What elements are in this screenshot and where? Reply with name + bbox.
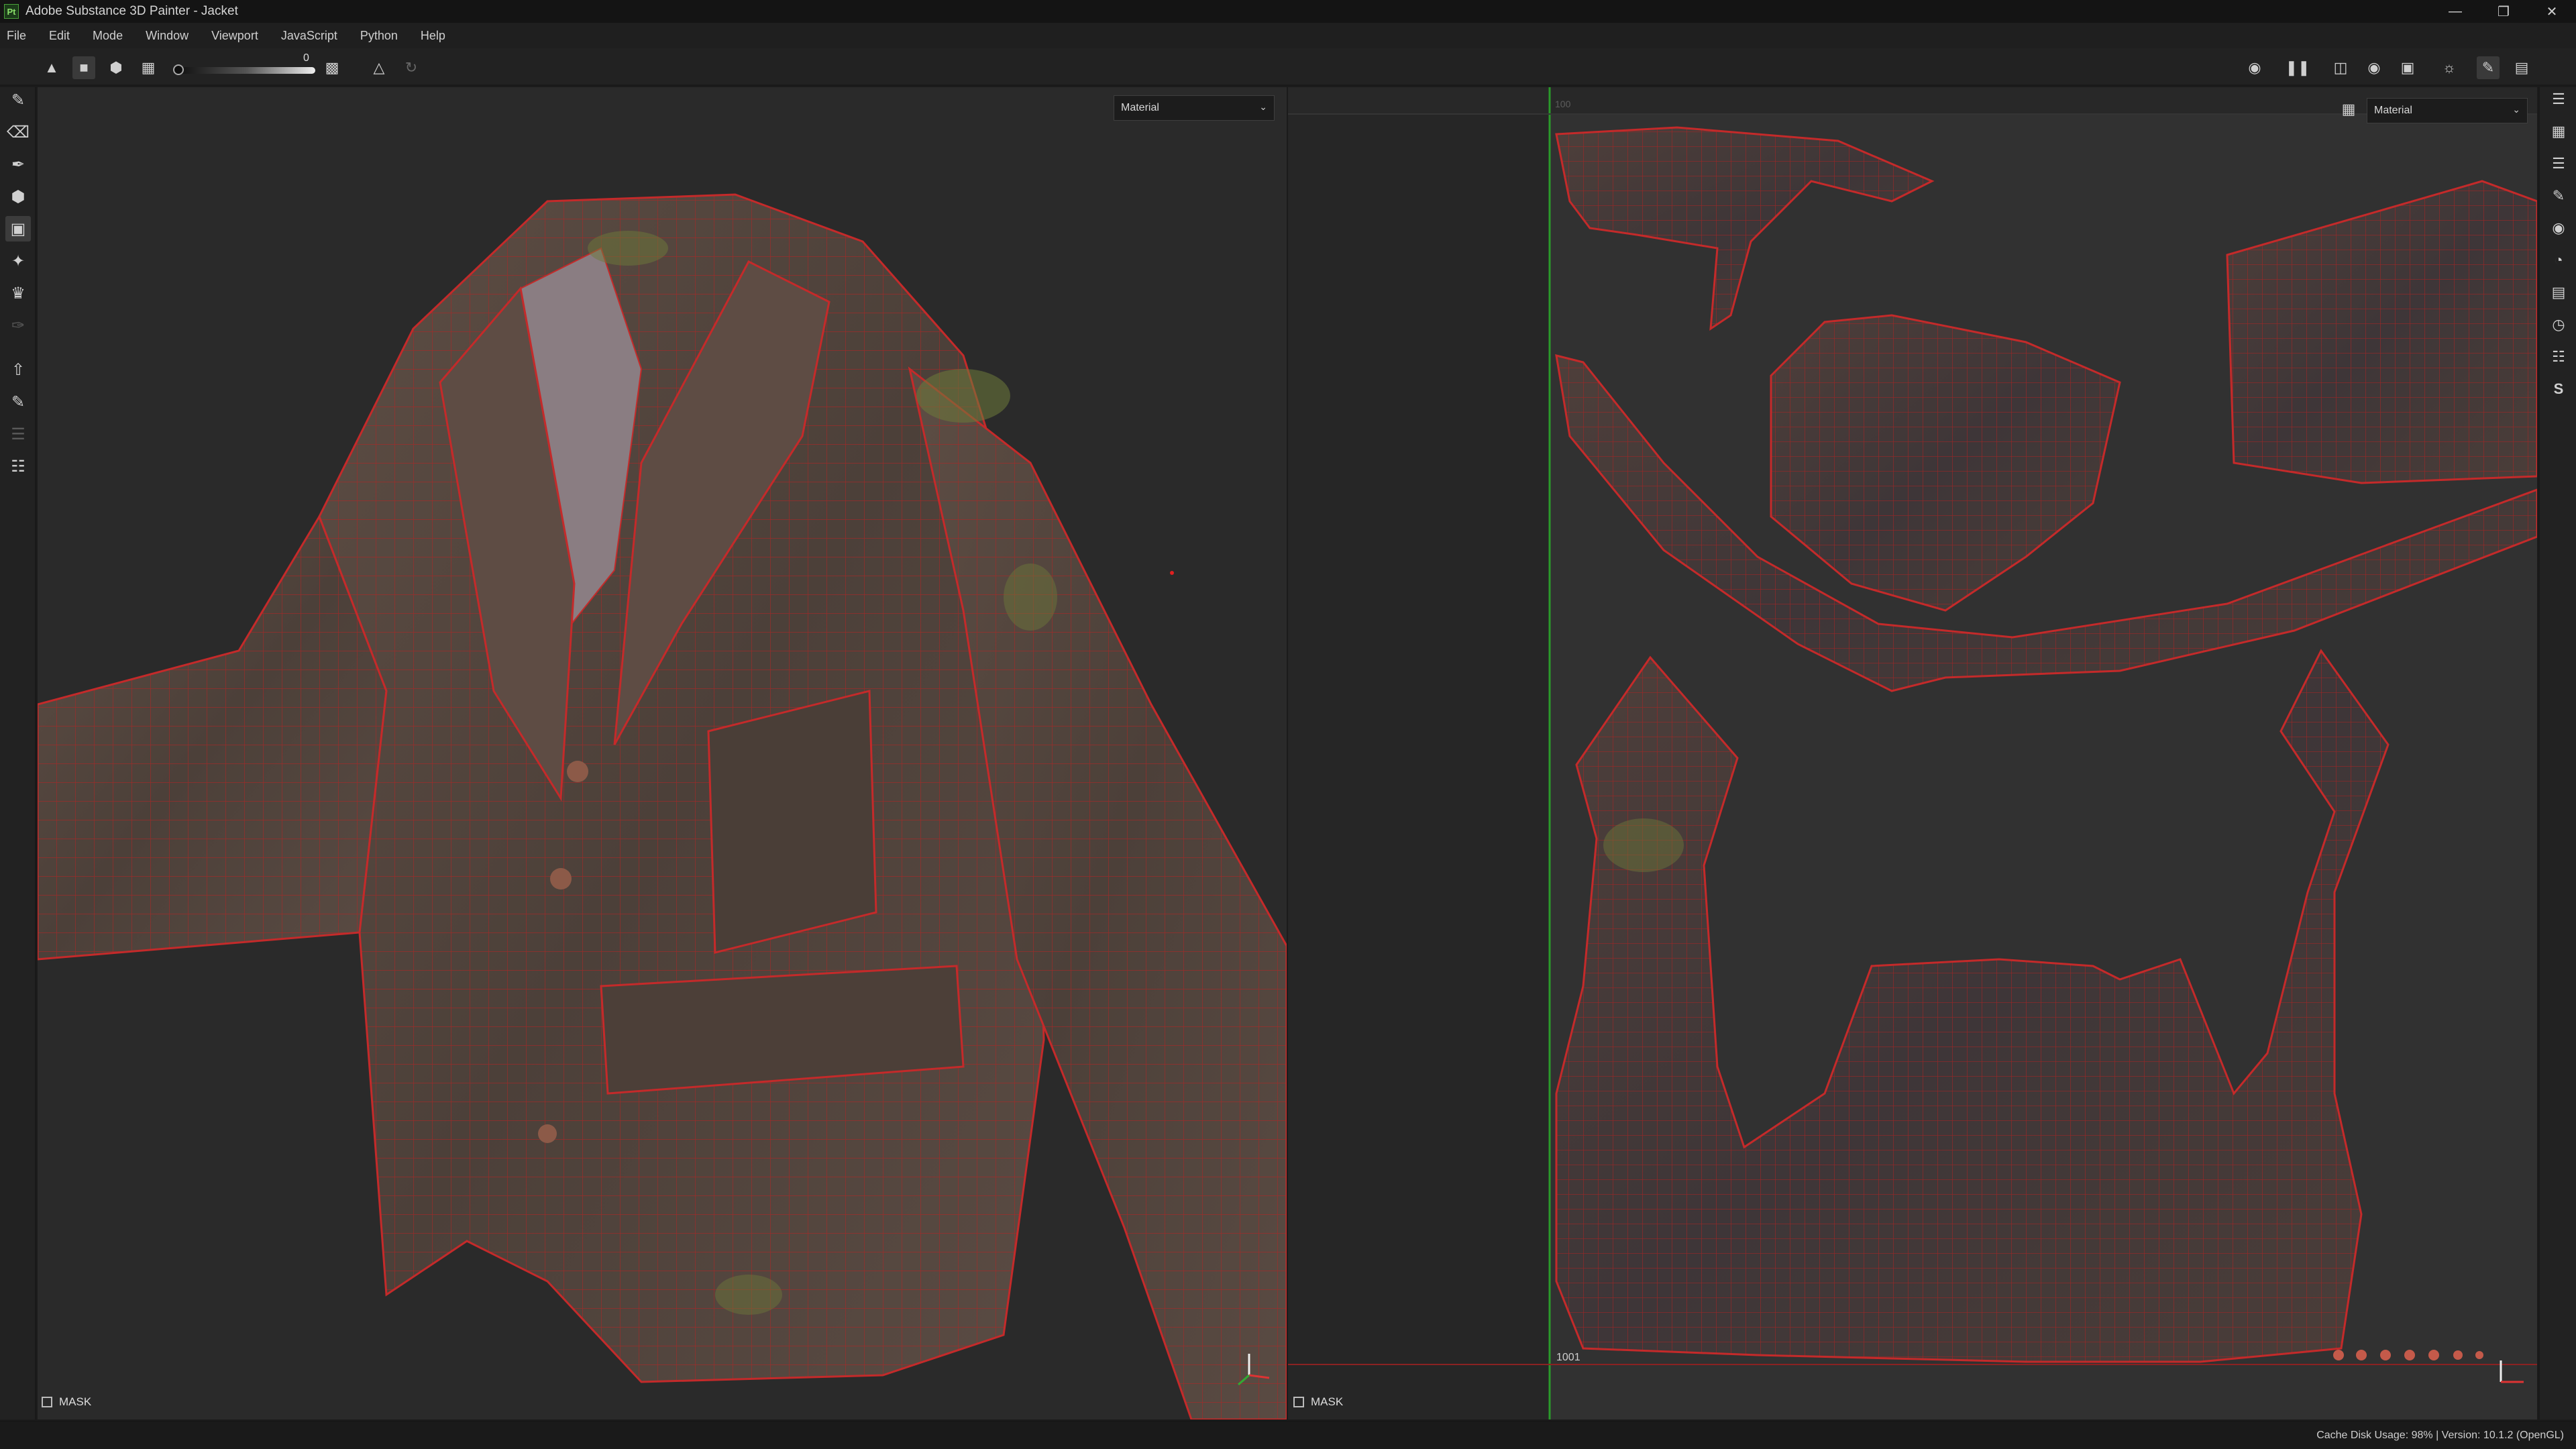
tool-strip: ✎ ⌫ ✒ ⬢ ▣ ✦ ♛ ✑ ⇧ ✎ ☰ ☷ xyxy=(0,87,36,1419)
status-text: Cache Disk Usage: 98% | Version: 10.1.2 … xyxy=(2316,1430,2564,1441)
menu-python[interactable]: Python xyxy=(360,29,398,43)
tool-properties-bar: ▲ ■ ⬢ ▦ 0 ▩ △ ↻ ◉ ❚❚ ◫ ◉ ▣ ☼ ✎ ▤ xyxy=(0,48,2576,86)
randomize-icon[interactable]: ▩ xyxy=(321,56,343,79)
lazy-mouse-icon[interactable]: ↻ xyxy=(400,56,423,79)
mirror-icon[interactable]: △ xyxy=(368,56,390,79)
viewport-3d-channel-value: Material xyxy=(1121,102,1159,113)
udim-tile-label: 1001 xyxy=(1556,1352,1580,1363)
log-icon[interactable]: ☷ xyxy=(2546,345,2571,369)
geometry-fill-icon[interactable]: ⬢ xyxy=(5,184,31,209)
document-icon[interactable]: ☷ xyxy=(5,453,31,479)
menu-help[interactable]: Help xyxy=(421,29,445,43)
environment-icon[interactable]: ◉ xyxy=(2363,56,2385,79)
layer-icon[interactable]: ☰ xyxy=(5,421,31,447)
paint-mode-icon[interactable]: ✎ xyxy=(2477,56,2500,79)
menu-viewport[interactable]: Viewport xyxy=(211,29,258,43)
camera-icon[interactable]: ▣ xyxy=(2396,56,2419,79)
window-title: Adobe Substance 3D Painter - Jacket xyxy=(25,4,238,18)
hide-ui-icon[interactable]: ◉ xyxy=(2243,56,2266,79)
restore-icon[interactable]: ❐ xyxy=(2479,0,2528,23)
cube-icon[interactable]: ⬢ xyxy=(105,56,127,79)
mask-checkbox[interactable] xyxy=(1293,1397,1304,1407)
screenshot-icon[interactable]: ▤ xyxy=(2510,56,2533,79)
brush-size-slider-knob[interactable] xyxy=(173,64,184,75)
menu-javascript[interactable]: JavaScript xyxy=(281,29,337,43)
checker-icon[interactable]: ▦ xyxy=(137,56,160,79)
mask-checkbox[interactable] xyxy=(42,1397,52,1407)
viewport-3d-channel-dropdown[interactable]: Material ⌄ xyxy=(1114,95,1275,121)
uv-layout-view: 100 1001 xyxy=(1288,87,2537,1419)
axis-gizmo-2d xyxy=(2500,1360,2524,1383)
brush-size-value: 0 xyxy=(303,52,309,64)
minimize-icon[interactable]: — xyxy=(2431,0,2479,23)
color-picker-icon[interactable]: ✑ xyxy=(5,313,31,338)
menu-bar: File Edit Mode Window Viewport JavaScrip… xyxy=(0,23,2576,48)
paint-brush-icon[interactable]: ✎ xyxy=(5,87,31,113)
uv-tile-label-top: 100 xyxy=(1555,99,1571,109)
jacket-model xyxy=(38,193,1287,1419)
split-view-icon[interactable]: ◫ xyxy=(2329,56,2352,79)
viewport-2d-mask-toggle[interactable]: MASK xyxy=(1293,1395,1343,1409)
menu-edit[interactable]: Edit xyxy=(49,29,70,43)
annotation-icon[interactable]: ✎ xyxy=(5,389,31,415)
clone-stamp-icon[interactable]: ♛ xyxy=(5,280,31,306)
status-bar: Cache Disk Usage: 98% | Version: 10.1.2 … xyxy=(0,1421,2576,1449)
display-settings-icon[interactable]: ◉ xyxy=(2546,216,2571,240)
history-icon[interactable]: ◷ xyxy=(2546,313,2571,337)
symmetry-icon[interactable]: ▲ xyxy=(40,56,63,79)
pause-icon[interactable]: ❚❚ xyxy=(2286,56,2310,79)
viewport-2d-channel-dropdown[interactable]: Material ⌄ xyxy=(2367,98,2528,123)
material-balls xyxy=(2333,1350,2483,1360)
app-logo: Pt xyxy=(4,4,19,19)
polygon-fill-icon[interactable]: ▣ xyxy=(5,216,31,241)
cursor-dot xyxy=(1170,571,1174,575)
title-bar: Pt Adobe Substance 3D Painter - Jacket —… xyxy=(0,0,2576,23)
viewport-3d-mask-toggle[interactable]: MASK xyxy=(42,1395,91,1409)
assets-icon[interactable]: ▤ xyxy=(2546,280,2571,305)
chevron-down-icon: ⌄ xyxy=(2512,104,2520,115)
viewport-3d[interactable]: Material ⌄ MASK xyxy=(38,87,1287,1419)
viewport-3d-mask-label: MASK xyxy=(59,1395,92,1408)
properties-icon[interactable]: ✎ xyxy=(2546,184,2571,208)
jacket-3d-render xyxy=(38,193,1287,1419)
menu-window[interactable]: Window xyxy=(146,29,189,43)
eraser-icon[interactable]: ⌫ xyxy=(5,119,31,145)
shader-settings-icon[interactable]: ◔ xyxy=(2546,248,2571,272)
layers-icon[interactable]: ☰ xyxy=(2546,152,2571,176)
projection-icon[interactable]: ✒ xyxy=(5,152,31,177)
render-icon[interactable]: ☼ xyxy=(2438,56,2461,79)
close-icon[interactable]: ✕ xyxy=(2528,0,2576,23)
grid-view-icon[interactable]: ▦ xyxy=(2337,98,2360,121)
bake-icon[interactable]: ⇧ xyxy=(5,357,31,382)
chevron-down-icon: ⌄ xyxy=(1259,101,1267,112)
texture-set-list-icon[interactable]: ☰ xyxy=(2546,87,2571,111)
fill-mode-icon[interactable]: ■ xyxy=(72,56,95,79)
texture-set-settings-icon[interactable]: ▦ xyxy=(2546,119,2571,144)
substance-icon[interactable]: S xyxy=(2546,377,2571,401)
menu-mode[interactable]: Mode xyxy=(93,29,123,43)
smudge-icon[interactable]: ✦ xyxy=(5,248,31,274)
brush-size-slider[interactable] xyxy=(178,67,315,74)
viewport-2d-mask-label: MASK xyxy=(1311,1395,1344,1408)
viewport-2d[interactable]: 100 1001 ▦ Material ⌄ MASK xyxy=(1288,87,2537,1419)
menu-file[interactable]: File xyxy=(7,29,26,43)
dock-strip: ☰ ▦ ☰ ✎ ◉ ◔ ▤ ◷ ☷ S xyxy=(2538,87,2576,1419)
viewport-2d-channel-value: Material xyxy=(2374,105,2412,116)
uv-islands xyxy=(1555,126,2537,1363)
